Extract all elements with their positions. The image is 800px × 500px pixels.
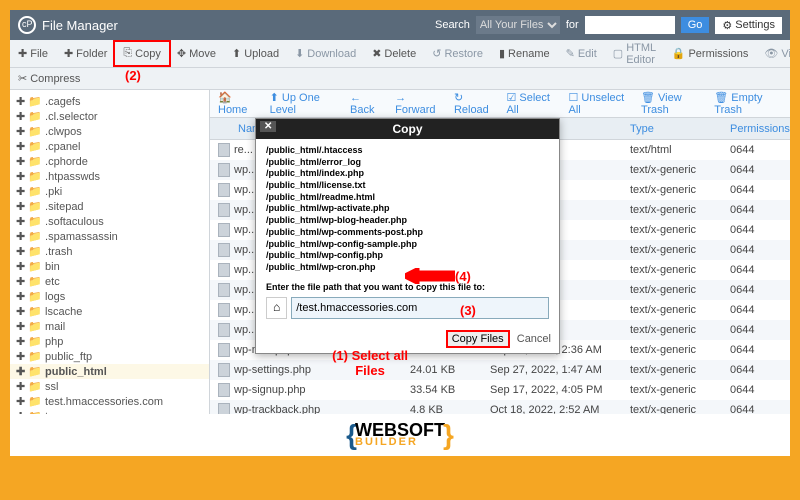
tree-item[interactable]: ✚ 📁 .cagefs (10, 94, 209, 109)
search-label: Search (435, 19, 470, 31)
trash-link[interactable]: 🗑 View Trash (641, 91, 702, 116)
dialog-titlebar: ✕ Copy (256, 119, 559, 139)
go-button[interactable]: Go (681, 17, 710, 33)
htmleditor-button[interactable]: ▢ HTML Editor (605, 40, 664, 67)
file-icon (218, 183, 230, 197)
for-label: for (566, 19, 579, 31)
cancel-button[interactable]: Cancel (517, 333, 551, 345)
file-icon (218, 163, 230, 177)
file-icon (218, 363, 230, 377)
tree-item[interactable]: ✚ 📁 mail (10, 319, 209, 334)
folder-tree[interactable]: ✚ 📁 .cagefs✚ 📁 .cl.selector✚ 📁 .clwpos✚ … (10, 90, 210, 456)
tree-item[interactable]: ✚ 📁 public_ftp (10, 349, 209, 364)
folder-button[interactable]: ✚ Folder (56, 40, 115, 67)
path-label: Enter the file path that you want to cop… (266, 282, 549, 294)
up-link[interactable]: ⬆ Up One Level (270, 91, 338, 116)
settings-button[interactable]: ⚙Settings (715, 17, 782, 34)
move-button[interactable]: ✥ Move (169, 40, 224, 67)
tree-item[interactable]: ✚ 📁 .cphorde (10, 154, 209, 169)
tree-item[interactable]: ✚ 📁 .clwpos (10, 124, 209, 139)
table-row[interactable]: wp-settings.php24.01 KBSep 27, 2022, 1:4… (210, 360, 790, 380)
upload-button[interactable]: ⬆ Upload (224, 40, 287, 67)
tree-item[interactable]: ✚ 📁 public_html (10, 364, 209, 379)
rename-button[interactable]: ▮ Rename (491, 40, 558, 67)
file-icon (218, 323, 230, 337)
restore-button[interactable]: ↺ Restore (424, 40, 491, 67)
file-icon (218, 383, 230, 397)
gear-icon: ⚙ (722, 19, 732, 32)
file-icon (218, 223, 230, 237)
tree-item[interactable]: ✚ 📁 ssl (10, 379, 209, 394)
emptytrash-link[interactable]: 🗑 Empty Trash (714, 91, 782, 116)
file-icon (218, 143, 230, 157)
delete-button[interactable]: ✖ Delete (364, 40, 424, 67)
tree-item[interactable]: ✚ 📁 .pki (10, 184, 209, 199)
tree-item[interactable]: ✚ 📁 .htpasswds (10, 169, 209, 184)
cpanel-logo-icon (18, 16, 36, 34)
file-selection-list: /public_html/.htaccess/public_html/error… (266, 145, 549, 274)
file-icon (218, 343, 230, 357)
websoft-logo: { WEBSOFTBUILDER } (10, 414, 790, 456)
destination-path-input[interactable] (291, 297, 549, 319)
file-button[interactable]: ✚ File (10, 40, 56, 67)
tree-item[interactable]: ✚ 📁 logs (10, 289, 209, 304)
home-link[interactable]: 🏠 Home (218, 91, 258, 116)
file-icon (218, 283, 230, 297)
search-input[interactable] (585, 16, 675, 34)
copy-files-button[interactable]: Copy Files (446, 330, 510, 348)
col-type[interactable]: Type (630, 123, 730, 135)
content-actions: 🏠 Home ⬆ Up One Level ← Back → Forward ↻… (210, 90, 790, 118)
toolbar-row2: ✂ Compress (10, 68, 790, 90)
tree-item[interactable]: ✚ 📁 .spamassassin (10, 229, 209, 244)
back-link[interactable]: ← Back (350, 92, 383, 116)
table-row[interactable]: wp-signup.php33.54 KBSep 17, 2022, 4:05 … (210, 380, 790, 400)
main-toolbar: ✚ File ✚ Folder ⎘ Copy ✥ Move ⬆ Upload ⬇… (10, 40, 790, 68)
app-title: File Manager (42, 18, 118, 33)
app-header: File Manager Search All Your Files for G… (10, 10, 790, 40)
selectall-link[interactable]: ☑ Select All (506, 91, 556, 116)
file-icon (218, 263, 230, 277)
edit-button[interactable]: ✎ Edit (558, 40, 605, 67)
tree-item[interactable]: ✚ 📁 php (10, 334, 209, 349)
tree-item[interactable]: ✚ 📁 .trash (10, 244, 209, 259)
permissions-button[interactable]: 🔒 Permissions (664, 40, 757, 67)
tree-item[interactable]: ✚ 📁 .cl.selector (10, 109, 209, 124)
tree-item[interactable]: ✚ 📁 .softaculous (10, 214, 209, 229)
close-icon[interactable]: ✕ (260, 121, 276, 132)
forward-link[interactable]: → Forward (395, 92, 442, 116)
home-icon[interactable]: ⌂ (266, 297, 287, 319)
file-icon (218, 243, 230, 257)
tree-item[interactable]: ✚ 📁 .cpanel (10, 139, 209, 154)
tree-item[interactable]: ✚ 📁 lscache (10, 304, 209, 319)
copy-dialog: ✕ Copy /public_html/.htaccess/public_htm… (255, 118, 560, 354)
search-scope-select[interactable]: All Your Files (476, 16, 560, 34)
tree-item[interactable]: ✚ 📁 .sitepad (10, 199, 209, 214)
col-perms[interactable]: Permissions (730, 123, 790, 135)
download-button[interactable]: ⬇ Download (287, 40, 364, 67)
file-icon (218, 203, 230, 217)
compress-button[interactable]: ✂ Compress (10, 68, 88, 89)
unselectall-link[interactable]: ☐ Unselect All (568, 91, 629, 116)
reload-link[interactable]: ↻ Reload (454, 91, 495, 116)
tree-item[interactable]: ✚ 📁 bin (10, 259, 209, 274)
file-icon (218, 303, 230, 317)
tree-item[interactable]: ✚ 📁 test.hmaccessories.com (10, 394, 209, 409)
copy-button[interactable]: ⎘ Copy (113, 40, 171, 67)
tree-item[interactable]: ✚ 📁 etc (10, 274, 209, 289)
view-button[interactable]: 👁 View (756, 40, 790, 67)
